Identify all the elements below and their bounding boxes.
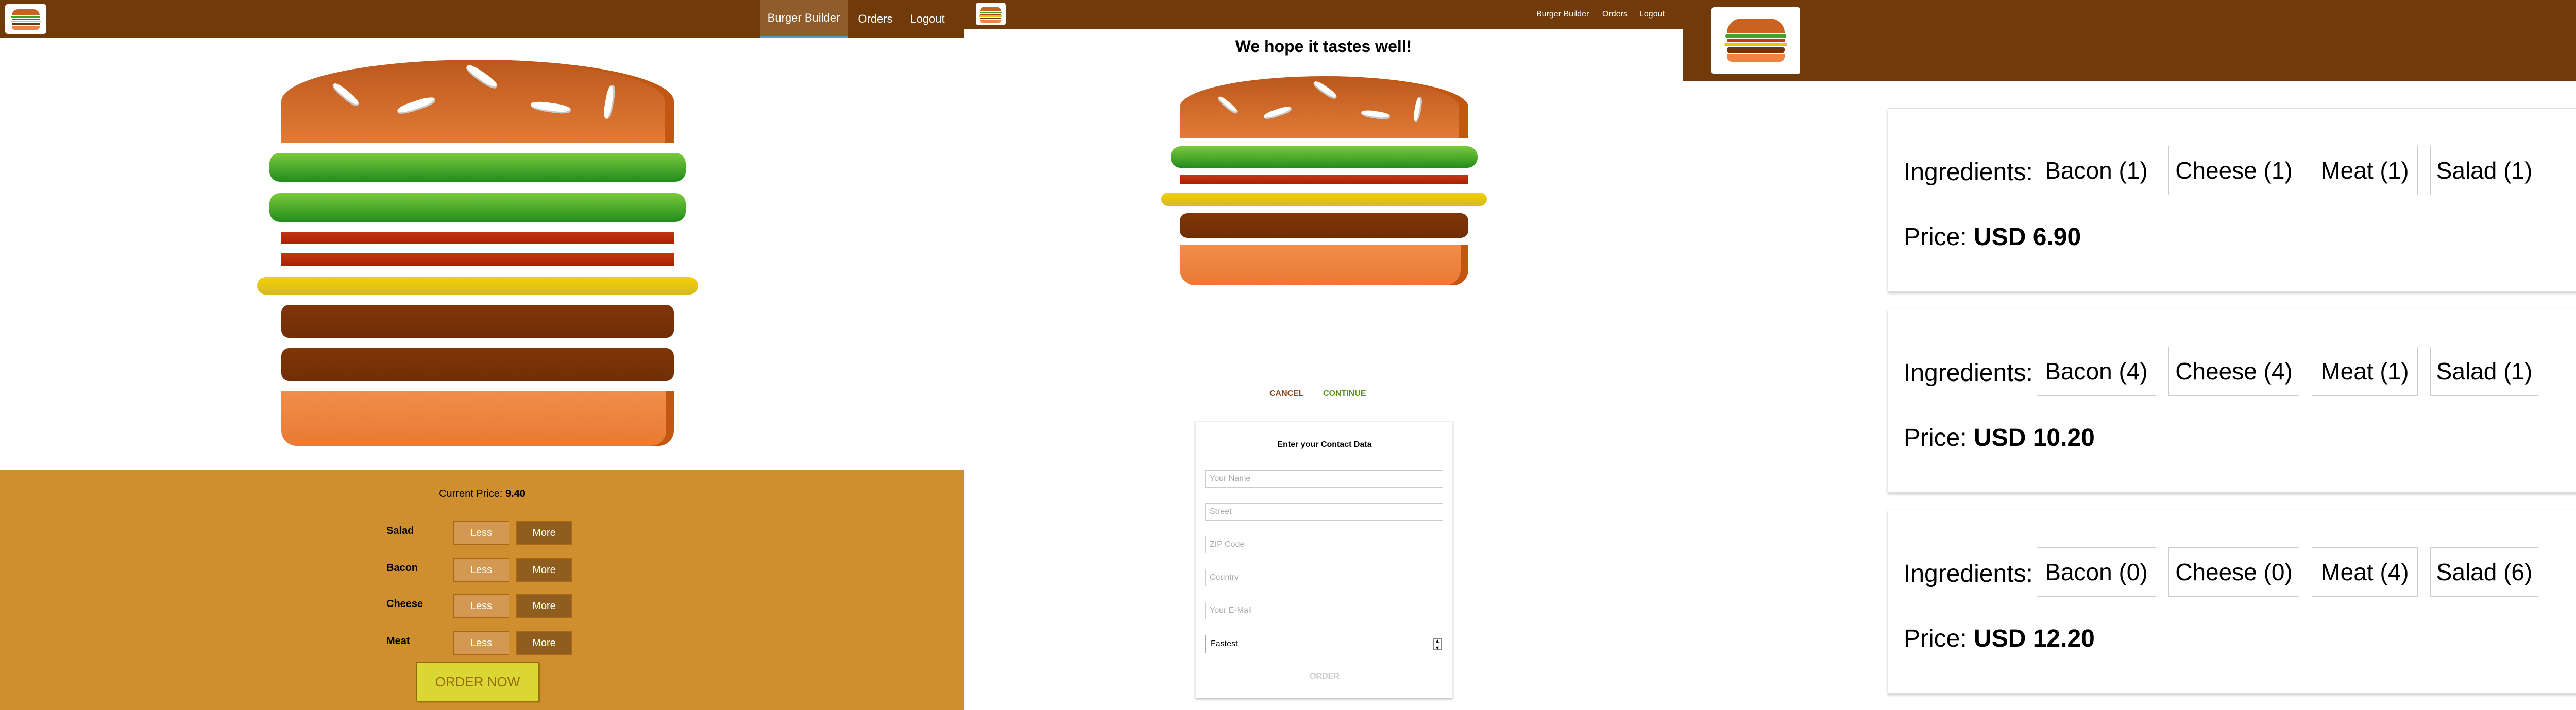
more-bacon-button[interactable]: More bbox=[516, 558, 572, 582]
order-price: Price: USD 6.90 bbox=[1904, 223, 2081, 251]
delivery-method-select[interactable]: Fastest ▴ ▾ bbox=[1205, 635, 1443, 653]
control-label-cheese: Cheese bbox=[386, 598, 423, 610]
less-cheese-button[interactable]: Less bbox=[453, 594, 509, 618]
burger-logo-icon[interactable] bbox=[5, 4, 46, 34]
order-card: Ingredients: Bacon (1) Cheese (1) Meat (… bbox=[1888, 108, 2576, 292]
order-button[interactable]: ORDER bbox=[1299, 672, 1350, 681]
nav-orders[interactable]: Orders bbox=[850, 0, 901, 38]
order-now-button[interactable]: ORDER NOW bbox=[416, 662, 539, 701]
cancel-button[interactable]: CANCEL bbox=[1269, 389, 1304, 399]
orders-panel: Ingredients: Bacon (1) Cheese (1) Meat (… bbox=[1683, 0, 2576, 710]
order-price: Price: USD 10.20 bbox=[1904, 424, 2095, 452]
control-label-bacon: Bacon bbox=[386, 562, 418, 574]
ingredient-salad bbox=[269, 193, 686, 222]
less-meat-button[interactable]: Less bbox=[453, 631, 509, 655]
burger-builder-panel: Burger Builder Orders Logout Current Pri… bbox=[0, 0, 964, 710]
toolbar: Burger Builder Orders Logout bbox=[0, 0, 964, 38]
ingredient-meat-count: Meat (4) bbox=[2312, 547, 2418, 597]
ingredient-salad bbox=[1171, 146, 1478, 168]
burger-logo-icon[interactable] bbox=[1711, 7, 1800, 74]
checkout-panel: Burger Builder Orders Logout We hope it … bbox=[964, 0, 1683, 710]
ingredient-meat-count: Meat (1) bbox=[2312, 146, 2418, 195]
ingredient-salad-count: Salad (6) bbox=[2430, 547, 2538, 597]
control-label-meat: Meat bbox=[386, 635, 410, 647]
ingredient-bacon bbox=[281, 253, 674, 266]
ingredient-meat bbox=[281, 305, 674, 338]
ingredient-cheese bbox=[1161, 193, 1487, 206]
less-salad-button[interactable]: Less bbox=[453, 521, 509, 545]
nav-logout[interactable]: Logout bbox=[903, 0, 952, 38]
ingredient-cheese bbox=[257, 277, 698, 295]
ingredient-bacon-count: Bacon (4) bbox=[2037, 347, 2156, 396]
country-field[interactable] bbox=[1205, 569, 1443, 586]
ingredient-bacon-count: Bacon (1) bbox=[2037, 146, 2156, 195]
nav-burger-builder[interactable]: Burger Builder bbox=[760, 0, 848, 38]
ingredient-meat bbox=[281, 348, 674, 381]
name-field[interactable] bbox=[1205, 470, 1443, 488]
nav-logout[interactable]: Logout bbox=[1639, 0, 1665, 29]
select-arrow-icon[interactable]: ▴ ▾ bbox=[1433, 637, 1442, 651]
less-bacon-button[interactable]: Less bbox=[453, 558, 509, 582]
control-label-salad: Salad bbox=[386, 525, 414, 536]
contact-data-title: Enter your Contact Data bbox=[1277, 440, 1372, 449]
continue-button[interactable]: CONTINUE bbox=[1323, 389, 1366, 399]
ingredient-bacon bbox=[281, 232, 674, 244]
more-meat-button[interactable]: More bbox=[516, 631, 572, 655]
ingredient-meat bbox=[1180, 213, 1468, 238]
nav-burger-builder[interactable]: Burger Builder bbox=[1536, 0, 1589, 29]
ingredients-label: Ingredients: bbox=[1904, 560, 2033, 587]
ingredient-cheese-count: Cheese (4) bbox=[2168, 347, 2299, 396]
nav-orders[interactable]: Orders bbox=[1602, 0, 1628, 29]
bread-bottom bbox=[281, 391, 674, 446]
contact-data-form: Enter your Contact Data Fastest ▴▾ ORDER bbox=[1195, 421, 1453, 698]
email-field[interactable] bbox=[1205, 602, 1443, 619]
ingredient-cheese-count: Cheese (0) bbox=[2168, 547, 2299, 597]
street-field[interactable] bbox=[1205, 503, 1443, 521]
more-salad-button[interactable]: More bbox=[516, 521, 572, 545]
bread-bottom bbox=[1180, 245, 1468, 285]
current-price: Current Price: 9.40 bbox=[439, 488, 526, 499]
ingredient-cheese-count: Cheese (1) bbox=[2168, 146, 2299, 195]
toolbar: Burger Builder Orders Logout bbox=[964, 0, 1683, 29]
more-cheese-button[interactable]: More bbox=[516, 594, 572, 618]
ingredient-salad-count: Salad (1) bbox=[2430, 347, 2538, 396]
order-card: Ingredients: Bacon (4) Cheese (4) Meat (… bbox=[1888, 309, 2576, 493]
ingredient-bacon bbox=[1180, 175, 1468, 184]
ingredient-salad bbox=[269, 153, 686, 182]
zip-code-field[interactable] bbox=[1205, 536, 1443, 553]
ingredient-meat-count: Meat (1) bbox=[2312, 347, 2418, 396]
toolbar bbox=[1683, 0, 2576, 81]
order-card: Ingredients: Bacon (0) Cheese (0) Meat (… bbox=[1888, 510, 2576, 694]
burger-logo-icon[interactable] bbox=[976, 3, 1006, 25]
delivery-method-value: Fastest bbox=[1211, 639, 1238, 648]
ingredient-bacon-count: Bacon (0) bbox=[2037, 547, 2156, 597]
order-price: Price: USD 12.20 bbox=[1904, 625, 2095, 652]
ingredients-label: Ingredients: bbox=[1904, 159, 2033, 186]
ingredient-salad-count: Salad (1) bbox=[2430, 146, 2538, 195]
ingredients-label: Ingredients: bbox=[1904, 359, 2033, 387]
checkout-heading: We hope it tastes well! bbox=[1235, 37, 1412, 56]
